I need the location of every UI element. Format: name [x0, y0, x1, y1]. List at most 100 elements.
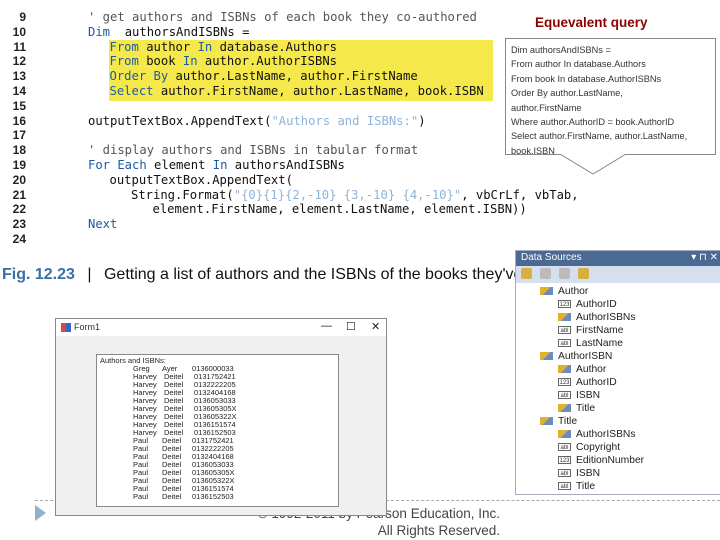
code-token: database.Authors: [212, 39, 337, 54]
code-token: authorsAndISBNs =: [110, 24, 250, 39]
tree-node[interactable]: abl Copyright: [516, 441, 720, 454]
line-number: 15: [12, 98, 26, 113]
code-text: ' get authors and ISBNs of each book the…: [88, 10, 477, 25]
line-number: 16: [12, 113, 26, 128]
tree-node[interactable]: Title: [516, 402, 720, 415]
tree-node-label: EditionNumber: [576, 455, 645, 466]
copyright-line2: All Rights Reserved.: [377, 523, 500, 538]
code-token: "{0}{1}{2,-10} {3,-10} {4,-10}": [233, 187, 462, 202]
line-number: 9: [19, 10, 26, 24]
tree-node[interactable]: AuthorISBNs: [516, 311, 720, 324]
tree-node-label: FirstName: [576, 325, 624, 336]
code-token: , vbCrLf, vbTab,: [461, 187, 579, 202]
code-line: 11 From author In database.Authors: [0, 40, 337, 55]
tree-node[interactable]: Author: [516, 363, 720, 376]
code-line: 15: [0, 99, 26, 114]
tree-node[interactable]: abl ISBN: [516, 467, 720, 480]
line-number: 22: [12, 202, 26, 217]
code-token: ' get authors and ISBNs of each book the…: [88, 10, 477, 24]
maximize-button[interactable]: ☐: [346, 320, 356, 333]
field-icon: abl: [558, 469, 571, 478]
code-line: 17: [0, 128, 26, 143]
code-token: book: [138, 54, 183, 69]
output-row: Paul Deitel 0136152503: [100, 493, 335, 501]
tree-node[interactable]: abl ISBN: [516, 389, 720, 402]
code-token: author: [138, 39, 198, 54]
code-text: ' display authors and ISBNs in tabular f…: [88, 143, 418, 158]
code-text: Select author.FirstName, author.LastName…: [110, 84, 484, 99]
tree-node-label: LastName: [576, 338, 623, 349]
code-text: outputTextBox.AppendText(: [110, 173, 293, 188]
equivalent-query-callout: Dim authorsAndISBNs = From author In data…: [505, 38, 716, 156]
code-token: Select: [109, 83, 154, 98]
add-data-source-icon[interactable]: [521, 268, 532, 279]
relation-icon: [558, 365, 571, 374]
output-textbox[interactable]: Authors and ISBNs: Greg Ayer 0136000033 Har…: [96, 354, 339, 507]
code-text: Next: [88, 217, 117, 232]
tree-node[interactable]: abl Title: [516, 480, 720, 493]
tree-node-label: AuthorISBN: [558, 351, 613, 362]
code-text: For Each element In authorsAndISBNs: [88, 158, 345, 173]
code-line: 14 Select author.FirstName, author.LastNa…: [0, 83, 484, 99]
tree-node[interactable]: AuthorISBNs: [516, 428, 720, 441]
code-token: "Authors and ISBNs:": [271, 113, 419, 128]
code-text: Dim authorsAndISBNs =: [88, 25, 249, 40]
configure-icon[interactable]: [559, 268, 570, 279]
code-text: String.Format("{0}{1}{2,-10} {3,-10} {4,…: [131, 188, 579, 203]
relation-icon: [540, 287, 553, 296]
callout-line: Order By author.LastName,: [511, 88, 623, 99]
code-line: 13 Order By author.LastName, author.First…: [0, 69, 418, 84]
tree-node-label: Title: [576, 403, 596, 414]
code-token: ): [418, 113, 426, 128]
panel-header: Data Sources ▾ ⊓ ✕: [516, 251, 720, 266]
code-line: 9 ' get authors and ISBNs of each book th…: [0, 10, 477, 25]
code-token: Order By: [109, 69, 169, 84]
relation-icon: [558, 313, 571, 322]
tree-node[interactable]: AuthorISBN: [516, 350, 720, 363]
line-number: 14: [12, 83, 26, 98]
output-cell: Deitel: [162, 492, 182, 501]
code-token: In: [197, 39, 213, 54]
data-sources-panel: Data Sources ▾ ⊓ ✕ Author 123 AuthorID Autho…: [515, 250, 720, 495]
panel-title: Data Sources: [521, 252, 582, 263]
refresh-icon[interactable]: [578, 268, 589, 279]
panel-controls[interactable]: ▾ ⊓ ✕: [691, 252, 718, 263]
field-icon: abl: [558, 339, 571, 348]
tree-node-label: AuthorISBNs: [576, 429, 636, 440]
tree-node[interactable]: Title: [516, 415, 720, 428]
line-number: 13: [12, 69, 26, 84]
slide-arrow-icon[interactable]: [35, 505, 46, 521]
tree-node[interactable]: 123 AuthorID: [516, 376, 720, 389]
code-token: Dim: [88, 24, 111, 39]
callout-line: Where author.AuthorID = book.AuthorID: [511, 117, 675, 128]
tree-node[interactable]: abl LastName: [516, 337, 720, 350]
close-button[interactable]: ✕: [371, 320, 380, 333]
callout-line: Dim authorsAndISBNs =: [511, 45, 611, 55]
tree-node[interactable]: 123 EditionNumber: [516, 454, 720, 467]
code-token: In: [182, 54, 198, 69]
code-line: 10 Dim authorsAndISBNs =: [0, 25, 250, 40]
output-cell: 0136152503: [192, 492, 234, 501]
tree-node-label: AuthorISBNs: [576, 312, 636, 323]
line-number: 23: [12, 217, 26, 232]
relation-icon: [540, 352, 553, 361]
tree-node[interactable]: Author: [516, 285, 720, 298]
relation-icon: [558, 430, 571, 439]
code-text: From author In database.Authors: [110, 40, 338, 55]
app-icon: [61, 323, 71, 332]
output-cell: Paul: [133, 492, 149, 501]
tree-node-label: Author: [558, 286, 589, 297]
minimize-button[interactable]: —: [321, 320, 332, 332]
edit-dataset-icon[interactable]: [540, 268, 551, 279]
code-token: ' display authors and ISBNs in tabular f…: [88, 143, 419, 158]
tree-node-label: ISBN: [576, 390, 601, 401]
tree-node[interactable]: 123 AuthorID: [516, 298, 720, 311]
code-token: For Each: [88, 157, 147, 172]
tree-node[interactable]: abl FirstName: [516, 324, 720, 337]
line-number: 18: [12, 143, 26, 158]
code-token: authorsAndISBNs: [227, 157, 345, 172]
code-token: author.AuthorISBNs: [197, 54, 337, 69]
code-token: String.Format(: [131, 187, 234, 202]
relation-icon: [558, 404, 571, 413]
code-line: 19 For Each element In authorsAndISBNs: [0, 158, 345, 173]
